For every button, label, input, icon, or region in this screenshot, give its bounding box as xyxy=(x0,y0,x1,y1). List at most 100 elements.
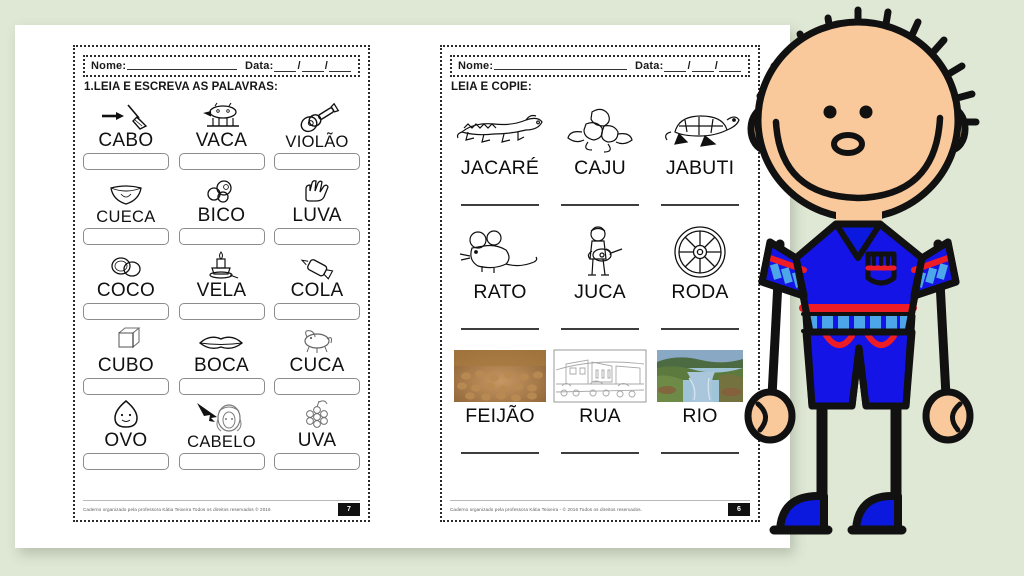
cube-icon xyxy=(83,324,169,355)
name-write-rule[interactable] xyxy=(494,68,627,70)
word-label: CUECA xyxy=(96,207,156,226)
answer-box[interactable] xyxy=(274,228,361,245)
word-cell: CUCA xyxy=(274,320,361,395)
answer-box[interactable] xyxy=(274,303,361,320)
word-cell: VELA xyxy=(178,245,265,320)
footer-credit: Caderno organizado pela professora Kátia… xyxy=(450,507,643,512)
boy-guitar-icon xyxy=(572,224,628,280)
word-label: COLA xyxy=(290,280,344,301)
page-number-badge: 7 xyxy=(338,503,360,516)
answer-box[interactable] xyxy=(82,378,169,395)
mouse-icon xyxy=(456,224,544,280)
word-cell: BICO xyxy=(178,170,265,245)
cashew-icon xyxy=(562,100,638,156)
date-label: Data: xyxy=(244,60,274,72)
word-row: CABO VACA VIOLÃO xyxy=(82,95,361,170)
word-cell: FEIJÃO xyxy=(450,344,550,468)
cartoon-boy xyxy=(700,0,1024,576)
word-cell: CUBO xyxy=(82,320,169,395)
word-cell: COLA xyxy=(274,245,361,320)
footer-divider xyxy=(83,500,360,501)
writing-line[interactable] xyxy=(461,452,539,454)
candle-icon xyxy=(179,249,265,280)
word-label: BOCA xyxy=(193,355,250,376)
answer-box[interactable] xyxy=(274,453,361,470)
name-write-rule[interactable] xyxy=(127,68,237,70)
mouth-icon xyxy=(179,324,265,355)
name-date-bar-left: Nome: Data: / / xyxy=(83,55,360,77)
word-label: CABELO xyxy=(187,432,256,451)
guitar-icon xyxy=(274,102,360,133)
hair-icon xyxy=(179,402,265,433)
writing-line[interactable] xyxy=(561,452,639,454)
alligator-icon xyxy=(454,100,546,156)
footer-credit: Caderno organizado pela professora Kátia… xyxy=(83,507,271,512)
word-cell: BOCA xyxy=(178,320,265,395)
street-photo xyxy=(553,348,647,404)
beans-photo xyxy=(454,348,546,404)
word-label: RUA xyxy=(579,405,621,427)
word-cell: JUCA xyxy=(550,220,650,344)
grapes-icon xyxy=(274,399,360,430)
writing-line[interactable] xyxy=(461,204,539,206)
name-label: Nome: xyxy=(458,60,494,72)
name-label: Nome: xyxy=(91,60,127,72)
egg-icon xyxy=(83,399,169,430)
date-month-slot[interactable] xyxy=(301,60,324,72)
answer-box[interactable] xyxy=(82,153,169,170)
answer-box[interactable] xyxy=(178,378,265,395)
word-cell: UVA xyxy=(274,395,361,470)
worksheet-sheet: Nome: Data: / / 1.LEIA E ESCREVA AS PALA… xyxy=(15,25,790,548)
answer-box[interactable] xyxy=(178,303,265,320)
answer-box[interactable] xyxy=(82,303,169,320)
cow-icon xyxy=(179,99,265,130)
word-cell: RATO xyxy=(450,220,550,344)
answer-box[interactable] xyxy=(274,153,361,170)
date-separator-1: / xyxy=(297,60,301,72)
word-label: FEIJÃO xyxy=(465,405,535,427)
word-cell: CABO xyxy=(82,95,169,170)
word-label: CAJU xyxy=(574,157,626,179)
answer-box[interactable] xyxy=(178,153,265,170)
word-label: JACARÉ xyxy=(460,157,540,179)
writing-line[interactable] xyxy=(561,328,639,330)
date-separator-2: / xyxy=(324,60,328,72)
word-label: JUCA xyxy=(574,281,626,303)
answer-box[interactable] xyxy=(178,228,265,245)
word-label: LUVA xyxy=(292,205,342,226)
answer-box[interactable] xyxy=(274,378,361,395)
word-label: RATO xyxy=(473,281,527,303)
word-row: CUBO BOCA CUCA xyxy=(82,320,361,395)
word-grid-left: CABO VACA VIOLÃO CUECA BICO LUVA COCO VE… xyxy=(82,95,361,470)
word-cell: CABELO xyxy=(178,395,265,470)
answer-box[interactable] xyxy=(82,228,169,245)
coconut-icon xyxy=(83,249,169,280)
word-cell: VIOLÃO xyxy=(274,95,361,170)
word-cell: COCO xyxy=(82,245,169,320)
date-year-slot[interactable] xyxy=(329,60,351,72)
writing-line[interactable] xyxy=(461,328,539,330)
date-day-slot[interactable] xyxy=(664,60,687,72)
word-cell: OVO xyxy=(82,395,169,470)
answer-box[interactable] xyxy=(82,453,169,470)
underwear-icon xyxy=(83,177,169,208)
date-label: Data: xyxy=(634,60,664,72)
word-label: COCO xyxy=(96,280,156,301)
date-day-slot[interactable] xyxy=(274,60,297,72)
word-cell: JACARÉ xyxy=(450,96,550,220)
word-label: BICO xyxy=(197,205,246,226)
answer-box[interactable] xyxy=(178,453,265,470)
word-row: CUECA BICO LUVA xyxy=(82,170,361,245)
word-label: VELA xyxy=(196,280,247,301)
word-label: CABO xyxy=(98,130,154,151)
cuca-icon xyxy=(274,324,360,355)
glove-icon xyxy=(274,174,360,205)
word-label: VIOLÃO xyxy=(285,132,349,151)
glue-icon xyxy=(274,249,360,280)
word-label: OVO xyxy=(104,430,148,451)
writing-line[interactable] xyxy=(561,204,639,206)
word-label: VACA xyxy=(195,130,248,151)
footer-left: Caderno organizado pela professora Kátia… xyxy=(83,500,360,516)
date-separator-1: / xyxy=(687,60,691,72)
word-cell: RUA xyxy=(550,344,650,468)
